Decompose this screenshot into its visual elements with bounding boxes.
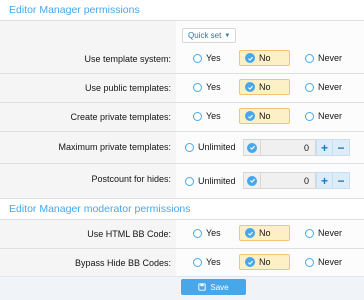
decrement-button[interactable]: − [333,139,350,156]
number-input[interactable]: 0 [260,172,316,189]
check-icon [245,257,255,267]
radio-label: Yes [206,111,221,121]
radio-circle-icon [305,53,314,63]
radio-label: Never [318,53,343,63]
radio-yes[interactable]: Yes [193,108,221,124]
increment-button[interactable]: + [316,139,333,156]
radio-never[interactable]: Never [305,79,342,95]
radio-label: Yes [206,257,221,267]
row-label: Use HTML BB Code: [87,229,171,239]
radio-never[interactable]: Never [305,254,342,270]
check-icon [247,175,257,186]
radio-no-selected[interactable]: No [239,79,290,95]
section-header-editor-permissions: Editor Manager permissions [0,0,364,20]
radio-label: Yes [206,82,221,92]
postcount-for-hides-stepper[interactable]: 0 + − [243,172,350,189]
row-label: Maximum private templates: [58,142,171,152]
section-header-moderator-permissions: Editor Manager moderator permissions [0,199,364,219]
radio-unlimited[interactable]: Unlimited [185,139,236,155]
check-icon [245,228,255,238]
radio-label: Yes [206,53,221,63]
divider [0,73,364,74]
section-title: Editor Manager permissions [9,4,140,16]
increment-button[interactable]: + [316,172,333,189]
radio-label: Unlimited [198,142,236,152]
radio-never[interactable]: Never [305,225,342,241]
radio-circle-icon [305,111,314,121]
check-icon [247,142,257,153]
radio-circle-icon [193,228,202,238]
row-label: Postcount for hides: [91,174,171,184]
radio-label: No [259,257,271,267]
radio-circle-icon [193,257,202,267]
radio-circle-icon [305,82,314,92]
check-icon [245,111,255,121]
radio-yes[interactable]: Yes [193,79,221,95]
radio-circle-icon [193,111,202,121]
radio-never[interactable]: Never [305,108,342,124]
radio-label: Never [318,82,343,92]
radio-circle-icon [185,176,194,186]
radio-no-selected[interactable]: No [239,225,290,241]
radio-label: Unlimited [198,176,236,186]
radio-label: Never [318,257,343,267]
radio-label: No [259,228,271,238]
caret-down-icon: ▼ [224,32,231,39]
quick-set-button[interactable]: Quick set ▼ [182,28,237,43]
radio-no-selected[interactable]: No [239,50,290,66]
radio-circle-icon [193,53,202,63]
radio-label: No [259,53,271,63]
divider [0,163,364,164]
radio-circle-icon [193,82,202,92]
radio-no-selected[interactable]: No [239,108,290,124]
save-icon [198,283,207,291]
decrement-button[interactable]: − [333,172,350,189]
radio-label: No [259,82,271,92]
radio-yes[interactable]: Yes [193,225,221,241]
radio-circle-icon [185,142,194,152]
row-label: Bypass Hide BB Codes: [74,258,171,268]
radio-label: Never [318,111,343,121]
save-label: Save [210,282,229,292]
radio-label: No [259,111,271,121]
radio-yes[interactable]: Yes [193,50,221,66]
radio-circle-icon [305,228,314,238]
divider [0,248,364,249]
radio-no-selected[interactable]: No [239,254,290,270]
row-label: Use public templates: [84,83,171,93]
radio-unlimited[interactable]: Unlimited [185,173,236,189]
row-label: Use template system: [84,54,171,64]
radio-never[interactable]: Never [305,50,342,66]
number-input[interactable]: 0 [260,139,316,156]
divider [0,131,364,132]
enable-value-checkbox[interactable] [243,139,260,156]
enable-value-checkbox[interactable] [243,172,260,189]
quick-set-label: Quick set [188,31,222,40]
max-private-templates-stepper[interactable]: 0 + − [243,139,350,156]
check-icon [245,82,255,92]
row-label: Create private templates: [70,112,171,122]
divider [0,102,364,103]
radio-circle-icon [305,257,314,267]
save-button[interactable]: Save [181,279,246,295]
check-icon [245,53,255,63]
radio-label: Yes [206,228,221,238]
section-title: Editor Manager moderator permissions [9,203,191,215]
radio-yes[interactable]: Yes [193,254,221,270]
radio-label: Never [318,228,343,238]
